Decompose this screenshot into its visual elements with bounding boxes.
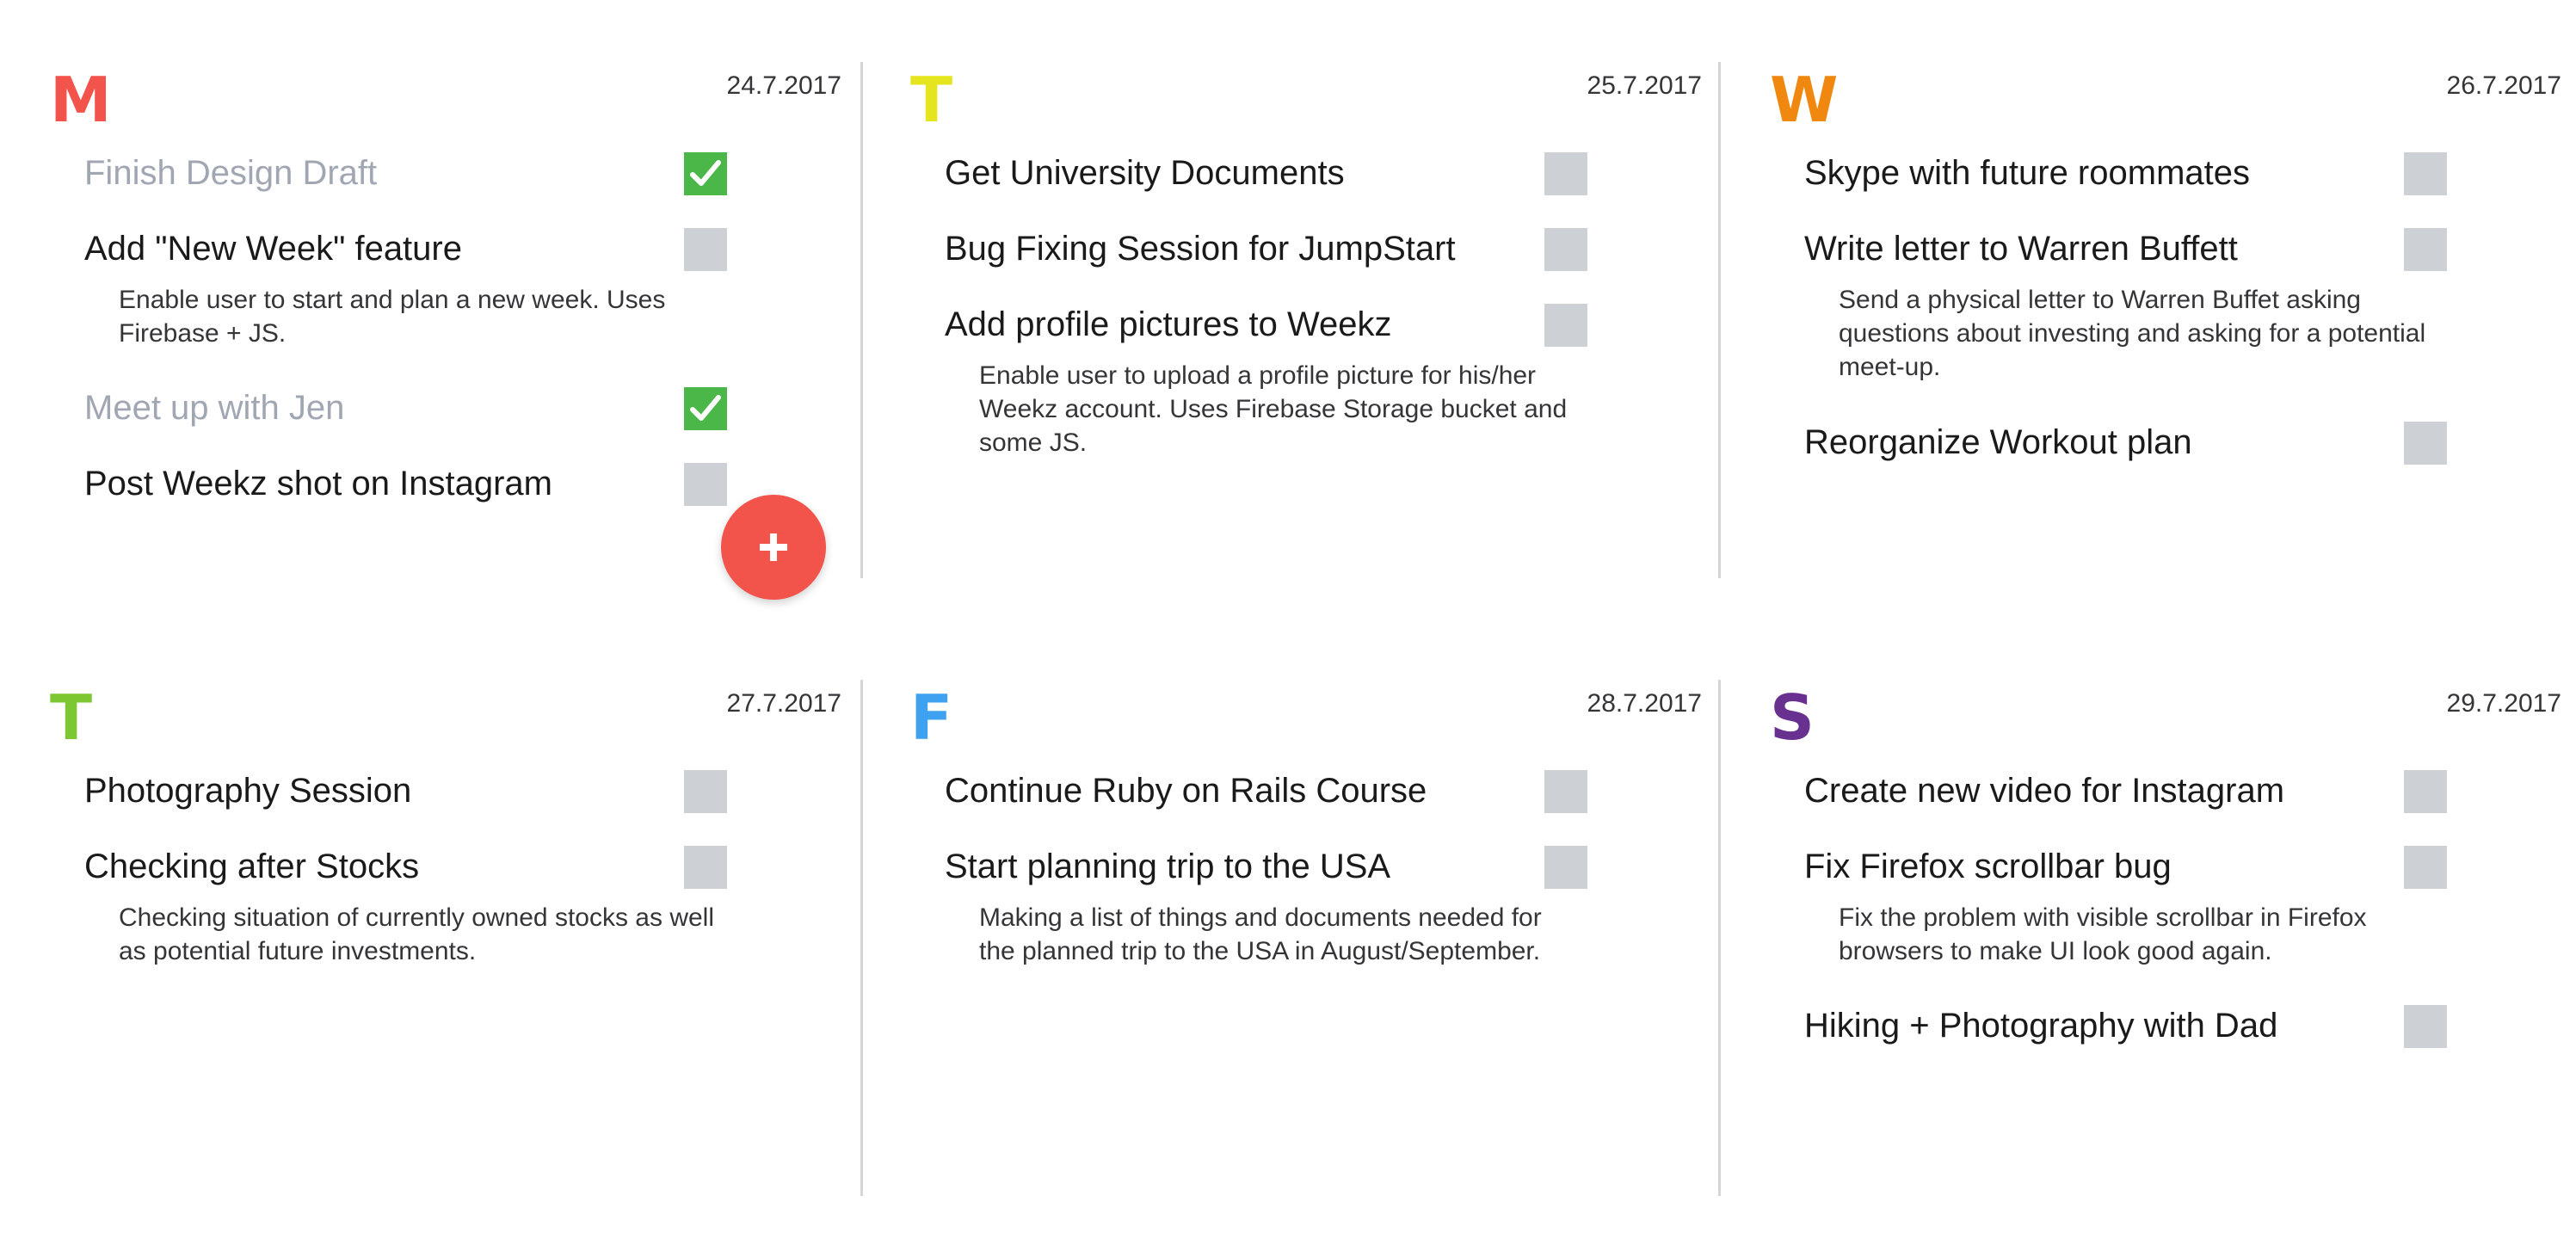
day-column: T 25.7.2017 Get University Documents Bug Fi… bbox=[910, 69, 1702, 602]
column-divider bbox=[1718, 680, 1721, 1196]
task-title: Hiking + Photography with Dad bbox=[1804, 1007, 2278, 1045]
task-title: Post Weekz shot on Instagram bbox=[84, 465, 552, 502]
day-letter: M bbox=[50, 64, 112, 136]
task-description: Fix the problem with visible scrollbar i… bbox=[1839, 903, 2367, 965]
task-description: Enable user to upload a profile picture … bbox=[979, 361, 1568, 457]
task-checkbox[interactable] bbox=[2404, 770, 2447, 813]
task-checkbox[interactable] bbox=[1544, 304, 1587, 347]
task-checkbox[interactable] bbox=[1544, 228, 1587, 271]
day-column: W 26.7.2017 Skype with future roommates Wri… bbox=[1770, 69, 2561, 602]
week-board: M 24.7.2017 Finish Design Draft Add "New We… bbox=[0, 0, 2576, 1233]
task-title: Write letter to Warren Buffett bbox=[1804, 230, 2238, 268]
task-title: Add "New Week" feature bbox=[84, 230, 462, 268]
task-title: Reorganize Workout plan bbox=[1804, 423, 2192, 461]
day-date: 28.7.2017 bbox=[1587, 689, 1702, 718]
task-description: Checking situation of currently owned st… bbox=[119, 903, 714, 965]
task-title: Continue Ruby on Rails Course bbox=[945, 772, 1427, 810]
task-title: Photography Session bbox=[84, 772, 412, 810]
task-checkbox[interactable] bbox=[1544, 152, 1587, 195]
task-checkbox[interactable] bbox=[684, 228, 727, 271]
task-title: Start planning trip to the USA bbox=[945, 848, 1391, 885]
task-checkbox[interactable] bbox=[1544, 770, 1587, 813]
day-date: 27.7.2017 bbox=[726, 689, 841, 718]
task-checkbox[interactable] bbox=[2404, 422, 2447, 465]
column-divider bbox=[1718, 62, 1721, 578]
task-description: Enable user to start and plan a new week… bbox=[119, 286, 666, 348]
task-checkbox-checked[interactable] bbox=[684, 152, 727, 195]
task-title: Add profile pictures to Weekz bbox=[945, 305, 1392, 343]
checkmark-icon bbox=[690, 160, 721, 186]
task-checkbox[interactable] bbox=[2404, 228, 2447, 271]
task-description: Making a list of things and documents ne… bbox=[979, 903, 1542, 965]
task-title: Checking after Stocks bbox=[84, 848, 420, 885]
task-title: Create new video for Instagram bbox=[1804, 772, 2285, 810]
task-checkbox[interactable] bbox=[684, 846, 727, 889]
task-title: Finish Design Draft bbox=[84, 154, 378, 192]
task-checkbox[interactable] bbox=[2404, 1005, 2447, 1048]
task-checkbox[interactable] bbox=[684, 770, 727, 813]
task-checkbox[interactable] bbox=[684, 463, 727, 506]
task-title: Fix Firefox scrollbar bug bbox=[1804, 848, 2172, 885]
day-column: F 28.7.2017 Continue Ruby on Rails Course S… bbox=[910, 687, 1702, 1220]
add-task-button[interactable] bbox=[721, 495, 826, 600]
task-checkbox[interactable] bbox=[2404, 152, 2447, 195]
task-title: Meet up with Jen bbox=[84, 389, 345, 427]
day-letter: S bbox=[1770, 681, 1815, 754]
task-title: Skype with future roommates bbox=[1804, 154, 2250, 192]
task-checkbox[interactable] bbox=[2404, 846, 2447, 889]
column-divider bbox=[860, 62, 863, 578]
day-column: T 27.7.2017 Photography Session Checking af… bbox=[50, 687, 841, 1220]
checkmark-icon bbox=[690, 395, 721, 421]
day-column: S 29.7.2017 Create new video for Instagram… bbox=[1770, 687, 2561, 1220]
column-divider bbox=[860, 680, 863, 1196]
task-checkbox[interactable] bbox=[1544, 846, 1587, 889]
day-letter: T bbox=[910, 64, 953, 136]
task-checkbox-checked[interactable] bbox=[684, 387, 727, 430]
day-date: 24.7.2017 bbox=[726, 71, 841, 100]
task-title: Bug Fixing Session for JumpStart bbox=[945, 230, 1456, 268]
day-date: 25.7.2017 bbox=[1587, 71, 1702, 100]
day-date: 29.7.2017 bbox=[2446, 689, 2561, 718]
day-date: 26.7.2017 bbox=[2446, 71, 2561, 100]
day-letter: W bbox=[1770, 64, 1839, 136]
task-description: Send a physical letter to Warren Buffet … bbox=[1839, 286, 2426, 381]
plus-icon bbox=[760, 533, 787, 561]
task-title: Get University Documents bbox=[945, 154, 1345, 192]
day-letter: F bbox=[910, 681, 953, 754]
day-column: M 24.7.2017 Finish Design Draft Add "New We… bbox=[50, 69, 841, 602]
day-letter: T bbox=[50, 681, 93, 754]
